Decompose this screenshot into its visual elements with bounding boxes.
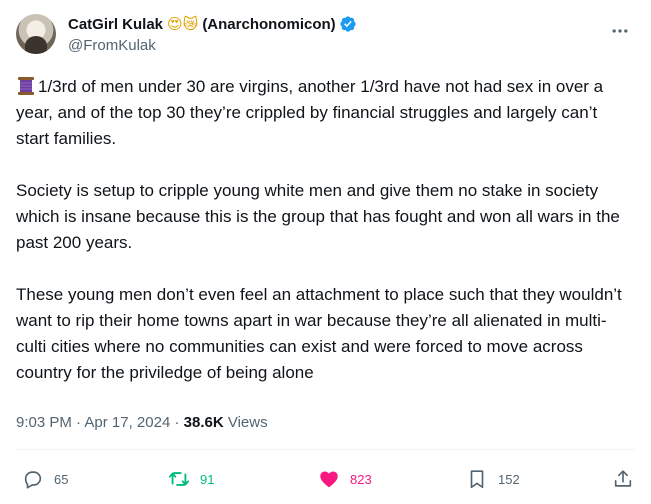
retweet-button[interactable]: 91 [168, 462, 214, 496]
reply-button[interactable]: 65 [22, 462, 68, 496]
avatar[interactable] [16, 14, 56, 54]
views-label: Views [227, 414, 268, 431]
bookmark-icon [470, 470, 484, 489]
tweet-date[interactable]: Apr 17, 2024 [84, 414, 170, 431]
name-emojis: 😍😿 [167, 15, 199, 33]
verified-badge-icon [339, 16, 356, 32]
more-dots-icon [612, 29, 628, 33]
tweet-time[interactable]: 9:03 PM [16, 414, 72, 431]
tweet-paragraph-2: Society is setup to cripple young white … [16, 181, 620, 252]
spool-of-thread-icon [18, 77, 34, 95]
tweet-header: CatGirl Kulak 😍😿 (Anarchonomicon) @FromK… [16, 12, 635, 60]
more-options-button[interactable] [605, 16, 635, 46]
divider [16, 449, 635, 450]
display-name[interactable]: CatGirl Kulak [68, 16, 163, 33]
tweet-paragraph-1: 1/3rd of men under 30 are virgins, anoth… [16, 74, 628, 152]
views-count[interactable]: 38.6K [184, 414, 224, 431]
tweet-paragraph-3: These young men don’t even feel an attac… [16, 285, 622, 382]
author-info: CatGirl Kulak 😍😿 (Anarchonomicon) @FromK… [68, 14, 357, 57]
bookmark-button[interactable]: 152 [466, 462, 520, 496]
retweet-icon [168, 472, 190, 486]
tweet-text: 1/3rd of men under 30 are virgins, anoth… [16, 74, 628, 386]
display-name-suffix[interactable]: (Anarchonomicon) [202, 16, 335, 33]
heart-icon [320, 471, 338, 488]
meta-separator: · [170, 414, 184, 431]
action-bar: 65 91 823 152 [16, 462, 635, 496]
tweet-meta: 9:03 PM · Apr 17, 2024 · 38.6K Views [16, 414, 268, 431]
bookmark-count: 152 [498, 471, 520, 487]
share-icon [614, 470, 632, 487]
meta-separator: · [71, 414, 85, 431]
retweet-count: 91 [200, 471, 215, 487]
reply-icon [24, 471, 42, 489]
tweet-card: CatGirl Kulak 😍😿 (Anarchonomicon) @FromK… [0, 0, 651, 504]
name-row[interactable]: CatGirl Kulak 😍😿 (Anarchonomicon) [68, 14, 357, 34]
share-button[interactable] [612, 462, 644, 496]
like-button[interactable]: 823 [318, 462, 372, 496]
like-count: 823 [350, 471, 372, 487]
handle[interactable]: @FromKulak [68, 37, 357, 57]
paragraph-text: 1/3rd of men under 30 are virgins, anoth… [16, 77, 604, 148]
reply-count: 65 [54, 471, 69, 487]
